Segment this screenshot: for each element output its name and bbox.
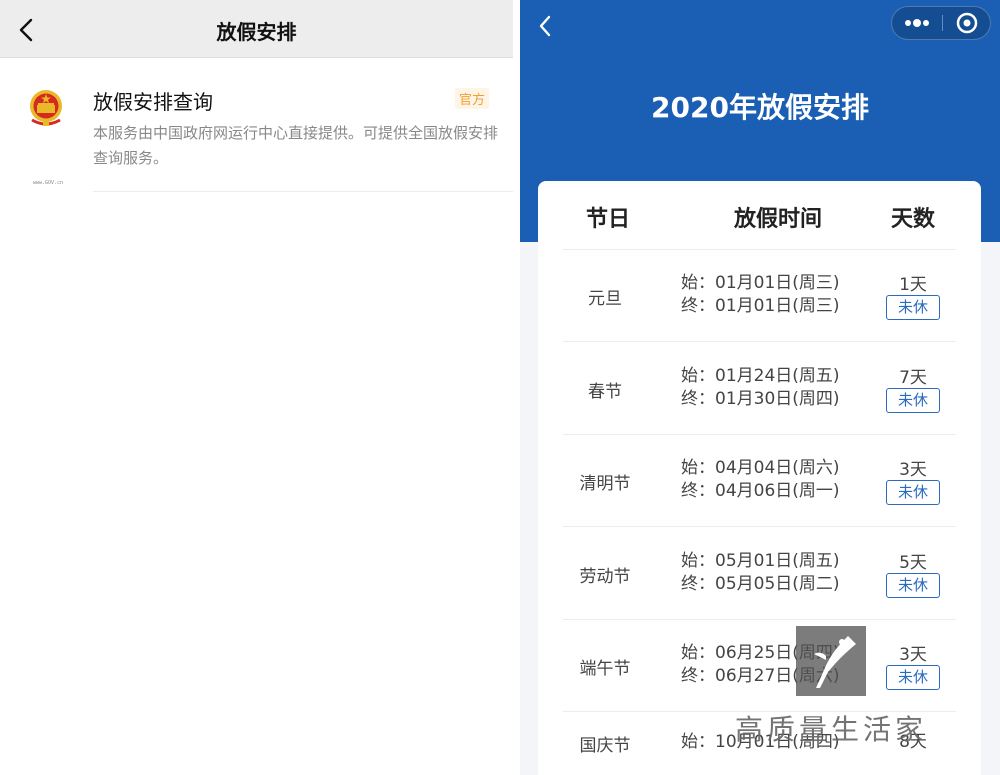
column-header-time: 放假时间 (733, 207, 822, 232)
day-count: 7天 (899, 368, 927, 388)
day-count: 3天 (899, 460, 927, 480)
table-row: 劳动节 始：05月01日(周五) 终：05月05日(周二) 5天 未休 (563, 528, 956, 620)
watermark-logo-icon (796, 626, 866, 696)
end-date: 终：04月06日(周一) (681, 481, 840, 501)
close-button[interactable] (943, 7, 991, 39)
holiday-name: 劳动节 (579, 567, 631, 587)
start-date: 始：01月24日(周五) (681, 366, 840, 386)
more-dots-icon (905, 19, 929, 27)
start-date: 始：01月01日(周三) (681, 273, 840, 293)
emblem-url: www.GOV.cn (32, 180, 64, 186)
end-date: 终：01月30日(周四) (681, 389, 840, 409)
back-button[interactable] (534, 12, 558, 40)
status-badge: 未休 (886, 573, 940, 598)
status-badge: 未休 (886, 480, 940, 505)
holiday-dates: 始：01月01日(周三) 终：01月01日(周三) (681, 272, 861, 318)
day-count: 1天 (899, 275, 927, 295)
end-date: 终：01月01日(周三) (681, 296, 840, 316)
holiday-name: 端午节 (579, 659, 631, 679)
holiday-name: 元旦 (588, 289, 622, 309)
national-emblem-icon (26, 86, 66, 134)
start-date: 始：05月01日(周五) (681, 551, 840, 571)
end-date: 终：05月05日(周二) (681, 574, 840, 594)
table-row: 端午节 始：06月25日(周四) 终：06月27日(周六) 3天 未休 (563, 620, 956, 712)
page-title: 放假安排 (216, 20, 297, 44)
holiday-name: 春节 (588, 382, 622, 402)
table-row: 元旦 始：01月01日(周三) 终：01月01日(周三) 1天 未休 (563, 250, 956, 342)
holiday-table: 节日 放假时间 天数 元旦 始：01月01日(周三) 终：01月01日(周三) … (538, 181, 981, 775)
mini-program-panel: 2020年放假安排 节日 放假时间 天数 元旦 始：01月01日(周三) 终：0… (520, 0, 1000, 775)
holiday-dates: 始：01月24日(周五) 终：01月30日(周四) (681, 365, 861, 411)
more-button[interactable] (892, 7, 942, 39)
table-row: 清明节 始：04月04日(周六) 终：04月06日(周一) 3天 未休 (563, 435, 956, 527)
nav-bar: 放假安排 (0, 0, 513, 58)
service-name: 放假安排查询 (93, 90, 213, 114)
table-row: 春节 始：01月24日(周五) 终：01月30日(周四) 7天 未休 (563, 343, 956, 435)
column-header-days: 天数 (890, 207, 935, 232)
holiday-dates: 始：04月04日(周六) 终：04月06日(周一) (681, 457, 861, 503)
day-count: 5天 (899, 553, 927, 573)
holiday-name: 清明节 (579, 474, 631, 494)
chevron-left-icon (539, 15, 551, 37)
target-close-icon (956, 12, 978, 34)
page-title: 2020年放假安排 (651, 91, 869, 124)
start-date: 始：04月04日(周六) (681, 458, 840, 478)
divider (93, 191, 513, 192)
official-badge: 官方 (455, 88, 490, 109)
status-badge: 未休 (886, 665, 940, 690)
watermark-text: 高质量生活家 (735, 713, 928, 746)
search-panel: 放假安排 www.GOV.cn 放假安排查询 官方 本服务由中国政府网运行中心直… (0, 0, 513, 775)
holiday-name: 国庆节 (579, 736, 631, 756)
column-header-festival: 节日 (585, 207, 630, 232)
status-badge: 未休 (886, 388, 940, 413)
status-badge: 未休 (886, 295, 940, 320)
panel-separator (513, 0, 520, 775)
service-description: 本服务由中国政府网运行中心直接提供。可提供全国放假安排查询服务。 (93, 124, 499, 167)
service-result[interactable]: www.GOV.cn 放假安排查询 官方 本服务由中国政府网运行中心直接提供。可… (0, 58, 513, 193)
capsule-menu (891, 6, 991, 40)
day-count: 3天 (899, 645, 927, 665)
holiday-dates: 始：05月01日(周五) 终：05月05日(周二) (681, 550, 861, 596)
